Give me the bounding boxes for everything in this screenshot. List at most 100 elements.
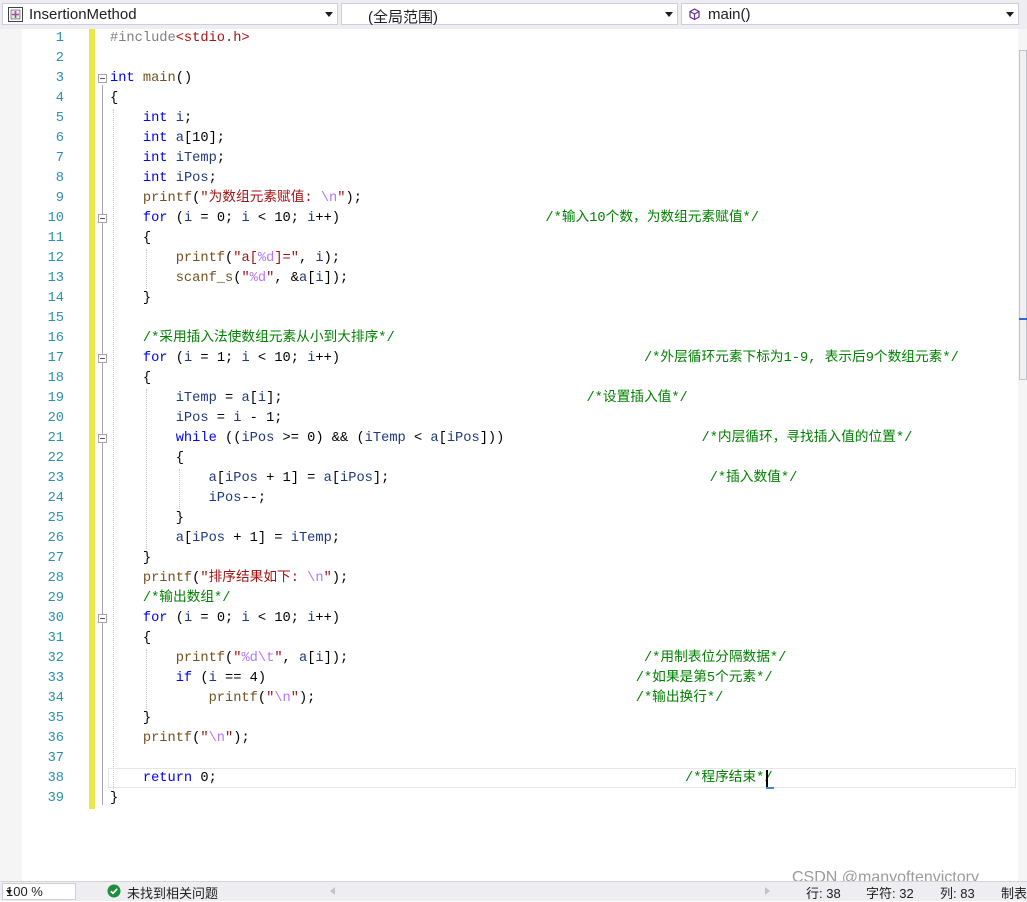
chevron-down-icon (1006, 12, 1014, 17)
code-token: } (110, 511, 184, 526)
code-line[interactable]: 19 iTemp = a[i]; /*设置插入值*/ (0, 389, 1018, 409)
code-line[interactable]: 6 int a[10]; (0, 129, 1018, 149)
tab-indicator[interactable]: 制表 (1001, 883, 1027, 902)
line-number: 11 (47, 231, 64, 246)
code-token: iPos (340, 471, 373, 486)
scrollbar-thumb[interactable] (1019, 50, 1027, 380)
code-line[interactable]: 22 { (0, 449, 1018, 469)
code-token: int (142, 131, 168, 146)
code-token: ( (167, 351, 184, 366)
issues-status[interactable]: 未找到相关问题 (127, 883, 218, 902)
char-indicator[interactable]: 字符: 32 (866, 883, 914, 902)
code-token: [ (183, 531, 193, 546)
code-line[interactable]: 13 scanf_s("%d", &a[i]); (0, 269, 1018, 289)
line-number: 26 (47, 531, 64, 546)
code-token: /*内层循环，寻找插入值的位置*/ (701, 431, 913, 446)
code-line[interactable]: 14 } (0, 289, 1018, 309)
scroll-left-arrow-icon[interactable] (330, 887, 335, 895)
code-text: /*输出数组*/ (110, 589, 231, 609)
scroll-right-arrow-icon[interactable] (765, 887, 770, 895)
code-line[interactable]: 29 /*输出数组*/ (0, 589, 1018, 609)
code-line[interactable]: 36 printf("\n"); (0, 729, 1018, 749)
code-token: /*输出换行*/ (635, 691, 724, 706)
code-line[interactable]: 26 a[iPos + 1] = iTemp; (0, 529, 1018, 549)
code-line[interactable]: 5 int i; (0, 109, 1018, 129)
code-line[interactable]: 7 int iTemp; (0, 149, 1018, 169)
code-line[interactable]: 8 int iPos; (0, 169, 1018, 189)
column-indicator[interactable]: 列: 83 (940, 883, 975, 902)
code-line[interactable]: 3 int main() (0, 69, 1018, 89)
code-text: #include<stdio.h> (110, 29, 250, 49)
code-line[interactable]: 9 printf("为数组元素赋值: \n"); (0, 189, 1018, 209)
code-line[interactable]: 15 (0, 309, 1018, 329)
code-text: int main() (110, 69, 192, 89)
member-dropdown[interactable]: main() (681, 3, 1019, 25)
scope-dropdown[interactable]: (全局范围) (341, 3, 678, 26)
code-token: "a[ (233, 251, 258, 266)
code-line[interactable]: 12 printf("a[%d]=", i); (0, 249, 1018, 269)
check-circle-icon[interactable] (107, 884, 121, 898)
code-text: printf("为数组元素赋值: \n"); (110, 189, 362, 209)
code-line[interactable]: 28 printf("排序结果如下: \n"); (0, 569, 1018, 589)
code-line[interactable]: 21 while ((iPos >= 0) && (iTemp < a[iPos… (0, 429, 1018, 449)
code-text: /*采用插入法使数组元素从小到大排序*/ (110, 329, 395, 349)
zoom-dropdown[interactable]: 100 % (2, 883, 76, 900)
code-token: a (323, 471, 332, 486)
code-line[interactable]: 39} (0, 789, 1018, 809)
code-token: \n (320, 191, 338, 206)
code-line[interactable]: 11 { (0, 229, 1018, 249)
line-number: 12 (47, 251, 64, 266)
code-text: printf("排序结果如下: \n"); (110, 569, 348, 589)
code-token: { (110, 451, 184, 466)
code-token: iPos (192, 531, 226, 546)
code-token: ++) (315, 611, 341, 626)
code-line[interactable]: 2 (0, 49, 1018, 69)
code-editor[interactable]: 1 #include<stdio.h> 2 3 int main() 4{5 int i;… (0, 29, 1027, 881)
code-line[interactable]: 18 { (0, 369, 1018, 389)
code-token: [10]; (183, 131, 226, 146)
project-dropdown[interactable]: InsertionMethod (2, 3, 338, 25)
code-token: " (337, 191, 346, 206)
code-token: i (183, 611, 193, 626)
code-token: " (200, 731, 209, 746)
code-token: , & (274, 271, 299, 286)
line-number: 34 (47, 691, 64, 706)
code-line[interactable]: 10 for (i = 0; i < 10; i++) /*输入10个数，为数组… (0, 209, 1018, 229)
code-line[interactable]: 31 { (0, 629, 1018, 649)
code-line[interactable]: 32 printf("%d\t", a[i]); /*用制表位分隔数据*/ (0, 649, 1018, 669)
line-number: 36 (47, 731, 64, 746)
code-line[interactable]: 37 (0, 749, 1018, 769)
code-token: /*如果是第5个元素*/ (635, 671, 773, 686)
code-line[interactable]: 30 for (i = 0; i < 10; i++) (0, 609, 1018, 629)
line-number: 3 (55, 71, 64, 86)
code-line[interactable]: 25 } (0, 509, 1018, 529)
code-line[interactable]: 4{ (0, 89, 1018, 109)
code-line[interactable]: 24 iPos--; (0, 489, 1018, 509)
code-token: , (282, 651, 299, 666)
code-line[interactable]: 20 iPos = i - 1; (0, 409, 1018, 429)
line-number: 33 (47, 671, 64, 686)
code-line[interactable]: 23 a[iPos + 1] = a[iPos]; /*插入数值*/ (0, 469, 1018, 489)
code-token: #include (110, 31, 176, 46)
code-line[interactable]: 17 for (i = 1; i < 10; i++) /*外层循环元素下标为1… (0, 349, 1018, 369)
code-text: } (110, 289, 151, 309)
code-line[interactable]: 1 #include<stdio.h> (0, 29, 1018, 49)
code-token: i (315, 271, 324, 286)
code-token: (( (216, 431, 242, 446)
code-token: int (142, 171, 168, 186)
navigation-bar: InsertionMethod (全局范围) main() (0, 0, 1027, 30)
code-text: iTemp = a[i]; /*设置插入值*/ (110, 389, 688, 409)
code-line[interactable]: 33 if (i == 4) /*如果是第5个元素*/ (0, 669, 1018, 689)
code-token: + 1] = (257, 471, 324, 486)
code-line[interactable]: 16 /*采用插入法使数组元素从小到大排序*/ (0, 329, 1018, 349)
code-line[interactable]: 27 } (0, 549, 1018, 569)
code-token: ++) (315, 211, 546, 226)
code-line[interactable]: 34 printf("\n"); /*输出换行*/ (0, 689, 1018, 709)
code-line[interactable]: 38 return 0; /*程序结束*/ (0, 769, 1018, 789)
code-line[interactable]: 35 } (0, 709, 1018, 729)
line-indicator[interactable]: 行: 38 (806, 883, 841, 902)
